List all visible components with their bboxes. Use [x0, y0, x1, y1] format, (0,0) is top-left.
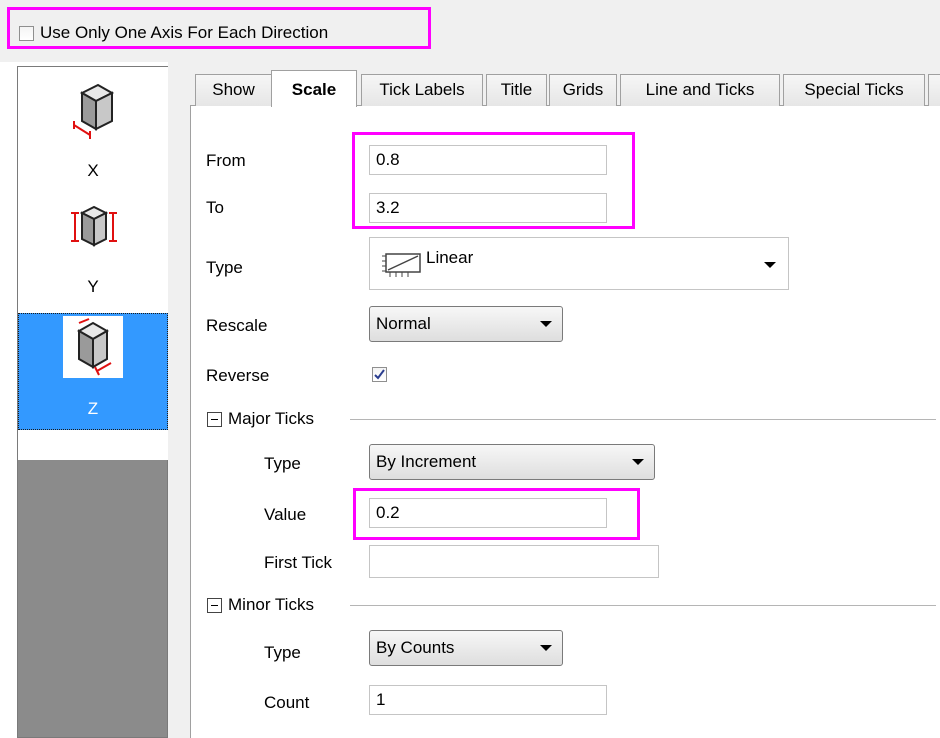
major-ticks-divider: [350, 419, 936, 420]
axis-item-x-label: X: [87, 161, 99, 180]
tab-special-ticks[interactable]: Special Ticks: [783, 74, 925, 106]
one-axis-checkbox[interactable]: [19, 26, 34, 41]
first-tick-input[interactable]: [369, 545, 659, 578]
reverse-checkbox[interactable]: [372, 367, 387, 382]
major-type-value: By Increment: [376, 452, 477, 471]
tab-line-and-ticks[interactable]: Line and Ticks: [620, 74, 780, 106]
cube-x-axis-icon: [73, 83, 115, 139]
minor-ticks-section-label: Minor Ticks: [228, 595, 314, 614]
one-axis-label: Use Only One Axis For Each Direction: [40, 23, 329, 42]
minor-ticks-divider: [350, 605, 936, 606]
cube-y-axis-icon: [71, 205, 117, 247]
axis-item-y[interactable]: Y: [18, 183, 168, 311]
tab-tick-labels[interactable]: Tick Labels: [361, 74, 483, 106]
scale-type-value: Linear: [426, 248, 474, 267]
minor-type-label: Type: [264, 643, 301, 662]
highlight-box-value: [353, 488, 640, 540]
count-label: Count: [264, 693, 310, 712]
scale-type-label: Type: [206, 258, 243, 277]
checkmark-icon: [374, 369, 385, 380]
minor-ticks-collapse-toggle[interactable]: [207, 598, 222, 613]
tab-scale[interactable]: Scale: [271, 70, 357, 107]
chevron-down-icon[interactable]: [764, 262, 776, 268]
tab-title[interactable]: Title: [486, 74, 547, 106]
count-input[interactable]: 1: [369, 685, 607, 715]
tab-grids[interactable]: Grids: [549, 74, 617, 106]
major-type-label: Type: [264, 454, 301, 473]
rescale-combo[interactable]: Normal: [369, 306, 563, 342]
to-label: To: [206, 198, 224, 217]
rescale-value: Normal: [376, 314, 431, 333]
chevron-down-icon: [632, 459, 644, 465]
selection-focus-outline: [18, 313, 168, 430]
chevron-down-icon: [540, 645, 552, 651]
tab-show[interactable]: Show: [195, 74, 272, 106]
first-tick-label: First Tick: [264, 553, 332, 572]
major-ticks-collapse-toggle[interactable]: [207, 412, 222, 427]
scale-type-combo[interactable]: Linear: [369, 237, 789, 290]
minor-type-combo[interactable]: By Counts: [369, 630, 563, 666]
chevron-down-icon: [540, 321, 552, 327]
major-value-label: Value: [264, 505, 307, 524]
from-label: From: [206, 151, 246, 170]
axis-item-x[interactable]: X: [18, 67, 168, 183]
rescale-label: Rescale: [206, 316, 268, 335]
major-type-combo[interactable]: By Increment: [369, 444, 655, 480]
major-ticks-section-label: Major Ticks: [228, 409, 314, 428]
linear-scale-icon: [382, 253, 421, 277]
minor-type-value: By Counts: [376, 638, 455, 657]
highlight-box-from-to: [352, 132, 635, 229]
reverse-label: Reverse: [206, 366, 270, 385]
axis-item-y-label: Y: [87, 277, 99, 296]
tab-overflow[interactable]: [928, 74, 940, 106]
